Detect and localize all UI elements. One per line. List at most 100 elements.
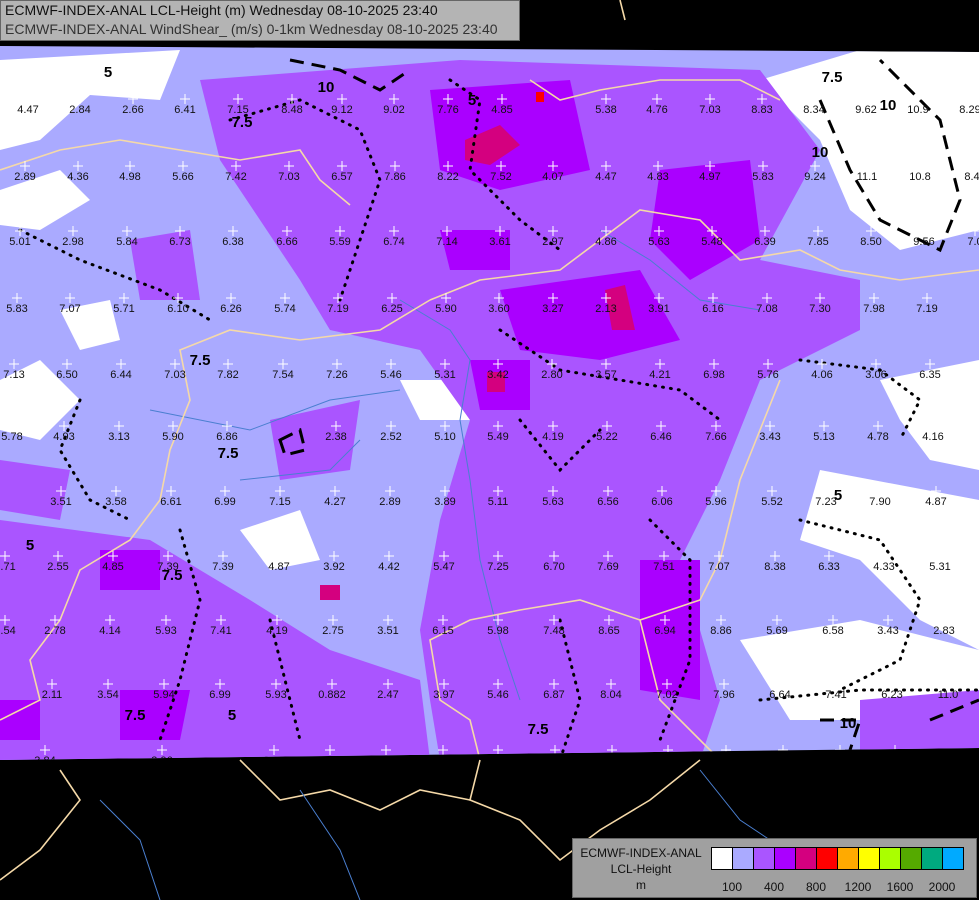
contour-label: 7.5: [190, 352, 211, 369]
wind-shear-value: 3.54: [97, 689, 118, 701]
wind-shear-value: 5.76: [757, 369, 778, 381]
wind-shear-value: 5.59: [329, 236, 350, 248]
wind-shear-value: 8.65: [598, 625, 619, 637]
wind-shear-value: 7.08: [756, 303, 777, 315]
wind-shear-value: 5.10: [434, 431, 455, 443]
legend-swatch: [922, 848, 943, 869]
wind-shear-value: 5.01: [9, 236, 30, 248]
title-wind-shear: ECMWF-INDEX-ANAL WindShear_ (m/s) 0-1km …: [5, 21, 498, 37]
title-lcl-height: ECMWF-INDEX-ANAL LCL-Height (m) Wednesda…: [5, 2, 438, 18]
wind-shear-value: 7.90: [869, 496, 890, 508]
legend-swatch: [796, 848, 817, 869]
wind-shear-value: 4.47: [595, 171, 616, 183]
wind-shear-value: 7.13: [3, 369, 24, 381]
contour-label: 7.5: [232, 114, 253, 131]
weather-map-viewer: 5 7.5 10 7.5 10 5 7.5 7.5 5 7.5 5 7.5 10 7.5 5 10 4.47 2…: [0, 0, 979, 900]
wind-shear-value: 0.882: [318, 689, 346, 701]
wind-shear-value: 3.05: [375, 755, 396, 767]
wind-shear-value: 3.61: [489, 236, 510, 248]
contour-label: 10: [318, 79, 335, 96]
legend-swatch: [838, 848, 859, 869]
wind-shear-value: 6.87: [543, 689, 564, 701]
wind-shear-value: 6.25: [381, 303, 402, 315]
wind-shear-value: 1.16: [319, 755, 340, 767]
wind-shear-value: 2.98: [62, 236, 83, 248]
wind-shear-value: 6.15: [432, 625, 453, 637]
wind-shear-value: 5.66: [172, 171, 193, 183]
wind-shear-value: 7.26: [326, 369, 347, 381]
wind-shear-value: 2.55: [47, 561, 68, 573]
wind-shear-value: 7.0: [967, 236, 979, 248]
wind-shear-value: 8.38: [764, 561, 785, 573]
wind-shear-value: 3.58: [105, 496, 126, 508]
wind-shear-value: 6.44: [110, 369, 131, 381]
legend-swatch: [712, 848, 733, 869]
wind-shear-value: 4.42: [378, 561, 399, 573]
wind-shear-value: 6.56: [597, 496, 618, 508]
contour-label: 10: [880, 97, 897, 114]
wind-shear-value: 9.56: [913, 236, 934, 248]
wind-shear-value: 2.78: [44, 625, 65, 637]
wind-shear-value: 8.86: [710, 625, 731, 637]
contour-label: 10: [840, 715, 857, 732]
wind-shear-value: 4.27: [324, 496, 345, 508]
wind-shear-value: 6.66: [276, 236, 297, 248]
wind-shear-value: 7.51: [653, 561, 674, 573]
wind-shear-value: 6.33: [818, 561, 839, 573]
wind-shear-value: 7.15: [227, 104, 248, 116]
wind-shear-value: 10.8: [909, 171, 930, 183]
legend-swatch: [943, 848, 963, 869]
wind-shear-value: 2.47: [377, 689, 398, 701]
wind-shear-value: 8.04: [600, 689, 621, 701]
wind-shear-value: 9.59: [772, 755, 793, 767]
wind-shear-value: 6.23: [881, 689, 902, 701]
wind-shear-value: 5.69: [766, 625, 787, 637]
wind-shear-value: 8.34: [803, 104, 824, 116]
wind-shear-value: 5.71: [113, 303, 134, 315]
wind-shear-value: 5.93: [155, 625, 176, 637]
wind-shear-value: 4.16: [922, 431, 943, 443]
wind-shear-value: 2.84: [69, 104, 90, 116]
wind-shear-value: 2.13: [595, 303, 616, 315]
wind-shear-value: 3.27: [542, 303, 563, 315]
legend-unit: m: [636, 878, 646, 892]
wind-shear-value: 4.07: [542, 171, 563, 183]
wind-shear-value: 3.43: [759, 431, 780, 443]
wind-shear-value: 5.90: [435, 303, 456, 315]
wind-shear-value: 6.99: [214, 496, 235, 508]
wind-shear-value: 7.03: [164, 369, 185, 381]
wind-shear-value: 6.10: [167, 303, 188, 315]
wind-shear-value: 4.47: [17, 104, 38, 116]
wind-shear-value: 10.9: [907, 104, 928, 116]
wind-shear-value: 9.24: [804, 171, 825, 183]
wind-shear-value: 6.41: [174, 104, 195, 116]
legend-tick: 1200: [844, 880, 872, 894]
wind-shear-value: 7.41: [210, 625, 231, 637]
wind-shear-value: 6.35: [919, 369, 940, 381]
wind-shear-value: 8.50: [860, 236, 881, 248]
wind-shear-value: 4.78: [867, 431, 888, 443]
800-plus-spot: [536, 92, 544, 102]
legend-tick: 1600: [886, 880, 914, 894]
wind-shear-value: 8.22: [437, 171, 458, 183]
wind-shear-value: 4.93: [53, 431, 74, 443]
wind-shear-value: 7.25: [487, 561, 508, 573]
wind-shear-value: 5.83: [6, 303, 27, 315]
wind-shear-value: 10.4: [829, 755, 850, 767]
wind-shear-value: 4.98: [119, 171, 140, 183]
wind-shear-value: 6.65: [544, 755, 565, 767]
legend-model: ECMWF-INDEX-ANAL: [580, 846, 702, 860]
data-domain: 57.5107.51057.57.557.5 57.5107.5510 4.47 2…: [0, 46, 979, 767]
wind-shear-value: 6.26: [220, 303, 241, 315]
legend-swatch: [754, 848, 775, 869]
wind-shear-value: 5.31: [929, 561, 950, 573]
wind-shear-value: 5.83: [752, 171, 773, 183]
wind-shear-value: 4.83: [647, 171, 668, 183]
wind-shear-value: 7.42: [225, 171, 246, 183]
wind-shear-value: 9.12: [331, 104, 352, 116]
wind-shear-value: 6.74: [383, 236, 404, 248]
wind-shear-value: 6.94: [654, 625, 675, 637]
contour-label: 7.5: [218, 445, 239, 462]
contour-label: 7.5: [528, 721, 549, 738]
legend-tick: 800: [805, 880, 827, 894]
